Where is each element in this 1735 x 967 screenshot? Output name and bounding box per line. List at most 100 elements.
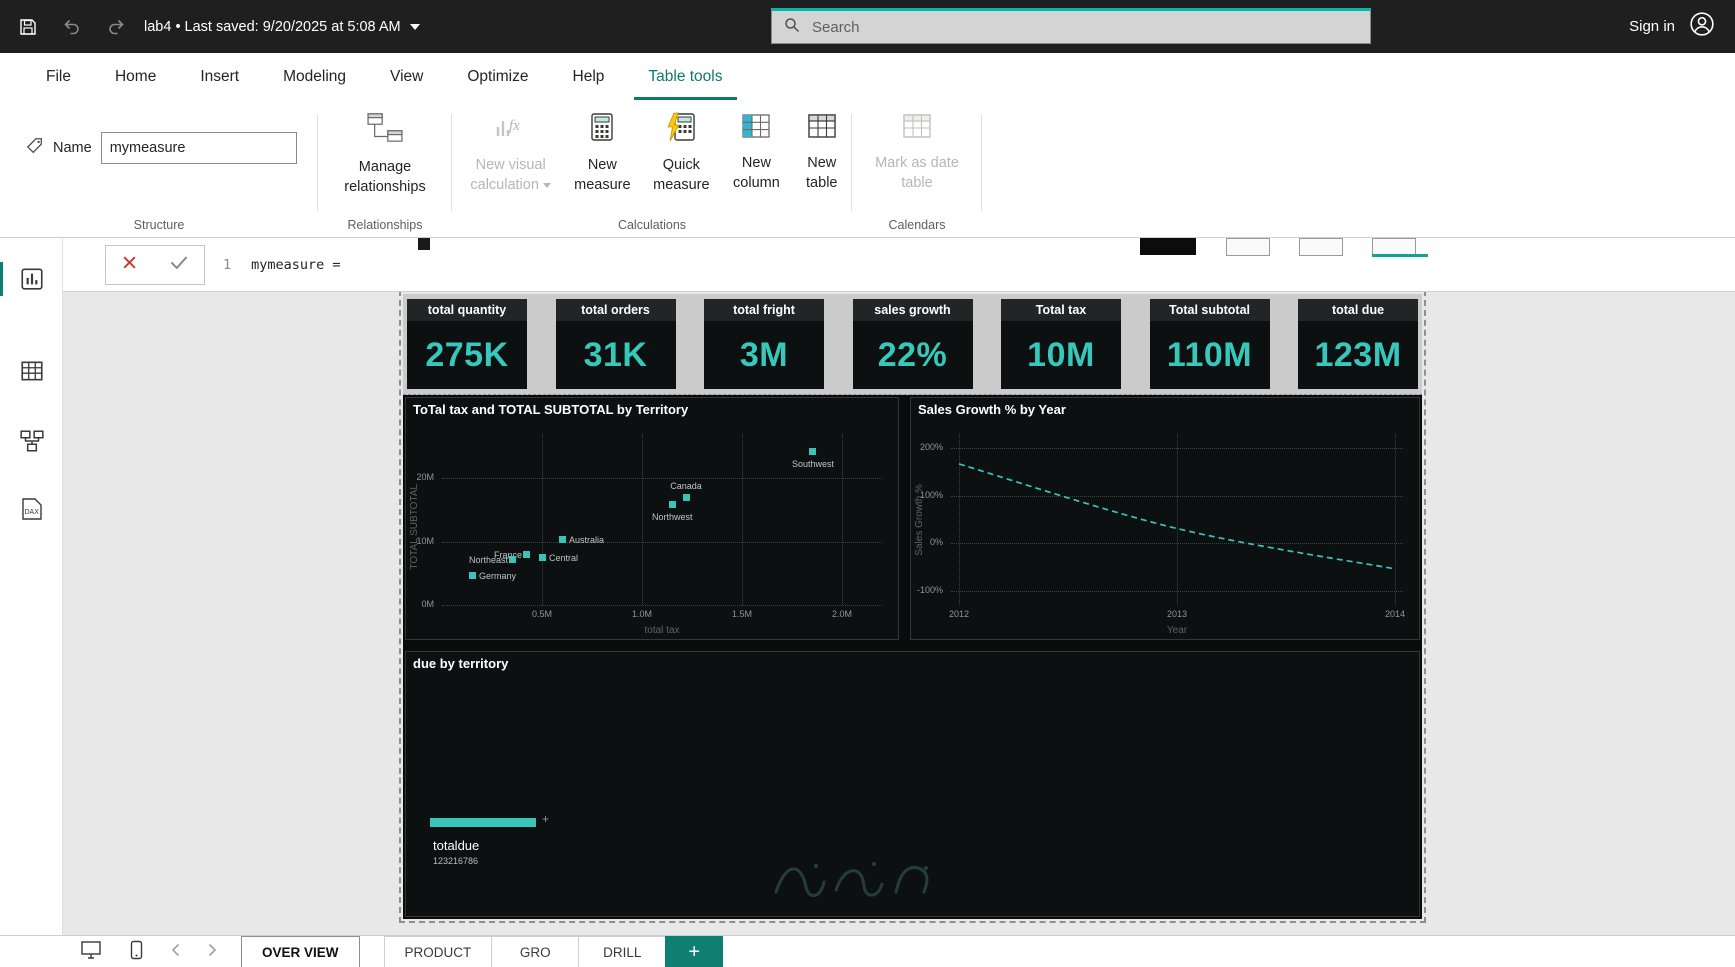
tab-file[interactable]: File (24, 53, 93, 100)
card-value: 3M (739, 335, 789, 374)
quick-measure-button[interactable]: Quick measure (641, 100, 721, 196)
next-page-icon[interactable] (208, 943, 217, 962)
new-table-button[interactable]: New table (792, 100, 852, 194)
clipped-visual-fragment (418, 238, 430, 250)
manage-relationships-label: Manage relationships (344, 159, 426, 196)
line-chart-visual[interactable]: Sales Growth % by Year 200% 100% 0% -100% 20… (910, 397, 1420, 640)
model-view-icon[interactable] (19, 428, 45, 454)
measure-name-label: Name (53, 140, 92, 156)
y-tick-label: 0M (421, 599, 434, 609)
scatter-point-label: Central (549, 552, 579, 563)
search-input[interactable] (810, 17, 1370, 37)
ribbon: Name Structure Manage relationships Rela… (0, 100, 1735, 238)
undo-icon[interactable] (60, 15, 84, 39)
clipped-visual-fragment (1140, 238, 1196, 255)
formula-editor-line[interactable]: 1 mymeasure = (223, 238, 341, 291)
bar-chart-visual[interactable]: due by territory + totaldue 123216786 (405, 651, 1420, 917)
dax-formula-bar[interactable]: 1 mymeasure = (63, 238, 1735, 292)
tag-icon (26, 137, 44, 160)
document-title-text: lab4 • Last saved: 9/20/2025 at 5:08 AM (144, 18, 401, 35)
scatter-point (809, 448, 816, 456)
mobile-layout-icon[interactable] (130, 940, 143, 965)
gridline (442, 478, 882, 480)
report-view-icon[interactable] (19, 266, 45, 292)
page-tab-overview[interactable]: OVER VIEW (241, 936, 360, 967)
save-icon[interactable] (16, 15, 40, 39)
new-measure-button[interactable]: New measure (563, 100, 641, 196)
scatter-point (683, 494, 690, 502)
page-tab-drill[interactable]: DRILL (578, 936, 667, 967)
card-total-due[interactable]: total due 123M (1298, 299, 1418, 389)
measure-name-input[interactable] (100, 132, 297, 164)
y-axis-title: TOTAL SUBTOTAL (409, 484, 420, 570)
tab-optimize[interactable]: Optimize (445, 53, 550, 100)
cancel-formula-icon[interactable] (122, 255, 137, 275)
card-total-subtotal[interactable]: Total subtotal 110M (1149, 299, 1270, 389)
account-avatar-icon[interactable] (1689, 11, 1715, 42)
card-title: sales growth (852, 299, 973, 321)
group-label-relationships: Relationships (347, 218, 423, 232)
card-total-quantity[interactable]: total quantity 275K (407, 299, 527, 389)
card-value: 22% (877, 335, 948, 374)
add-page-button[interactable]: + (665, 936, 724, 967)
gridline (442, 541, 882, 543)
card-total-orders[interactable]: total orders 31K (555, 299, 676, 389)
tab-view[interactable]: View (368, 53, 445, 100)
global-search[interactable] (771, 8, 1371, 44)
card-title: Total subtotal (1149, 299, 1270, 321)
bar-category-label: totaldue (433, 838, 480, 853)
y-tick-label: 20M (416, 472, 434, 483)
page-tab-product[interactable]: PRODUCT (383, 936, 493, 967)
report-canvas[interactable]: total quantity 275K total orders 31K tot… (63, 276, 1735, 935)
scatter-point-label: Germany (479, 570, 517, 581)
scatter-point-label: Northwest (652, 511, 693, 522)
document-title[interactable]: lab4 • Last saved: 9/20/2025 at 5:08 AM (144, 19, 420, 35)
scatter-chart-visual[interactable]: ToTal tax and TOTAL SUBTOTAL by Territor… (405, 397, 899, 640)
tab-modeling[interactable]: Modeling (261, 53, 368, 100)
new-column-button[interactable]: New column (721, 100, 791, 194)
card-value: 31K (583, 335, 648, 374)
report-page[interactable]: total quantity 275K total orders 31K tot… (399, 276, 1426, 923)
sign-in-button[interactable]: Sign in (1629, 18, 1675, 35)
x-axis-title: Year (1166, 625, 1188, 636)
card-sales-growth[interactable]: sales growth 22% (852, 299, 973, 389)
card-value: 275K (425, 335, 509, 374)
card-value: 110M (1166, 335, 1253, 374)
active-view-indicator (0, 262, 3, 296)
new-table-label: New table (806, 155, 838, 192)
scatter-point-label: Southwest (792, 459, 835, 470)
scatter-point-label: Canada (670, 481, 702, 492)
page-tab-gro[interactable]: GRO (491, 936, 580, 967)
redo-icon[interactable] (104, 15, 128, 39)
tab-insert[interactable]: Insert (178, 53, 261, 100)
calculator-lightning-icon (666, 112, 696, 147)
scatter-point (523, 551, 530, 559)
kpi-cards-row: total quantity 275K total orders 31K tot… (403, 294, 1422, 395)
card-total-tax[interactable]: Total tax 10M (1001, 299, 1121, 389)
tab-table-tools[interactable]: Table tools (626, 53, 744, 100)
card-total-fright[interactable]: total fright 3M (704, 299, 824, 389)
previous-page-icon[interactable] (171, 943, 180, 962)
manage-relationships-button[interactable]: Manage relationships (333, 100, 437, 198)
scatter-chart-title: ToTal tax and TOTAL SUBTOTAL by Territor… (413, 402, 689, 417)
formula-line-number: 1 (223, 256, 232, 273)
ribbon-group-calculations: fx New visual calculation New measure Qu… (452, 100, 852, 237)
scatter-point (669, 500, 676, 508)
line-chart-title: Sales Growth % by Year (918, 402, 1066, 417)
ribbon-group-relationships: Manage relationships Relationships (318, 100, 452, 237)
bar-value-label: 123216786 (433, 856, 479, 866)
line-plot: 200% 100% 0% -100% 2012 2013 2014 Year Sales Gro… (911, 424, 1419, 639)
new-measure-label: New measure (574, 157, 631, 194)
formula-expression[interactable]: mymeasure = (251, 257, 340, 273)
calculator-icon (589, 112, 615, 147)
dax-query-view-icon[interactable]: DAX (19, 496, 45, 522)
desktop-layout-icon[interactable] (80, 940, 102, 965)
data-view-icon[interactable] (19, 358, 45, 384)
y-axis-title: Sales Growth % (914, 484, 925, 556)
commit-formula-icon[interactable] (170, 256, 188, 274)
mark-as-date-table-button: Mark as date table (865, 100, 969, 194)
tab-home[interactable]: Home (93, 53, 178, 100)
formula-commit-box (105, 245, 205, 285)
new-column-label: New column (733, 155, 780, 192)
tab-help[interactable]: Help (551, 53, 627, 100)
